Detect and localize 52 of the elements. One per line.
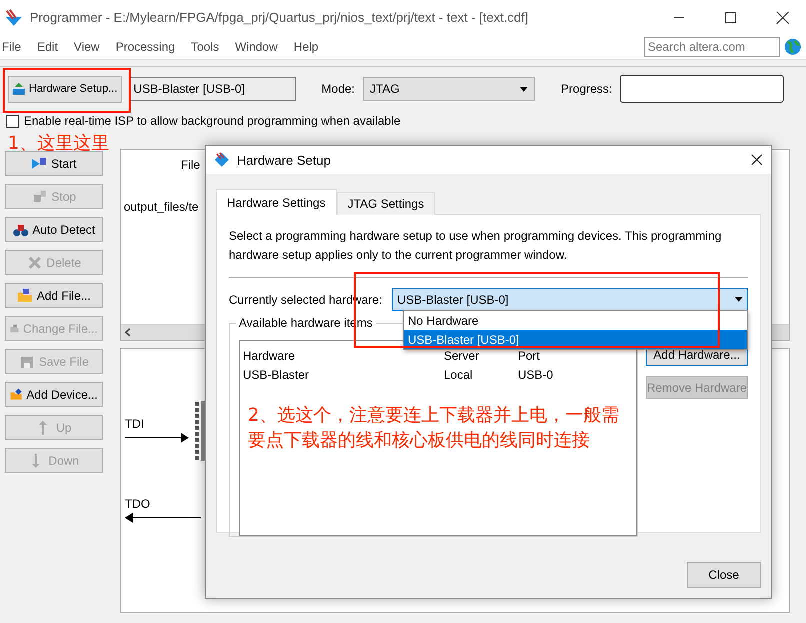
column-header: Hardware	[243, 349, 296, 363]
app-logo-icon	[214, 152, 230, 168]
table-cell[interactable]: USB-0	[518, 368, 590, 382]
column-header: File	[181, 158, 200, 172]
side-button[interactable]: Auto Detect	[5, 217, 103, 242]
table-cell[interactable]: USB-Blaster	[243, 368, 444, 382]
upload-icon	[12, 82, 26, 96]
caret-icon	[735, 297, 743, 302]
tdi-label: TDI	[125, 417, 144, 431]
tab[interactable]: Hardware Settings	[216, 189, 337, 215]
mode-label: Mode:	[322, 82, 356, 96]
isp-checkbox-label: Enable real-time ISP to allow background programming when available	[24, 114, 401, 128]
window-title: Programmer - E:/Mylearn/FPGA/fpga_prj/Quartus_prj/nios_text/prj/text - text - [text.cdf]	[30, 10, 530, 25]
table-cell[interactable]: Local	[444, 368, 518, 382]
side-button[interactable]: Start	[5, 151, 103, 176]
menu-item[interactable]: Help	[292, 40, 327, 54]
close-icon[interactable]	[751, 154, 763, 166]
stop-icon	[32, 188, 48, 204]
tdo-label: TDO	[125, 497, 150, 511]
side-button[interactable]: Add File...	[5, 283, 103, 308]
menu-item[interactable]: Window	[233, 40, 286, 54]
menu-item[interactable]: View	[72, 40, 108, 54]
progress-label: Progress:	[561, 82, 612, 96]
hardware-field[interactable]: USB-Blaster [USB-0]	[130, 77, 296, 101]
play-icon	[31, 156, 48, 172]
app-logo-icon	[4, 8, 24, 26]
description-text: Select a programming hardware setup to use when programming devices. This programming hardware setup applies only to the current programmer window.	[229, 227, 748, 278]
isp-checkbox[interactable]	[6, 114, 19, 128]
hardware-setup-button[interactable]: Hardware Setup...	[8, 76, 122, 102]
folder-icon	[16, 288, 33, 304]
dialog-title: Hardware Setup	[237, 152, 332, 168]
hardware-dropdown[interactable]: USB-Blaster [USB-0]	[392, 288, 748, 311]
globe-icon[interactable]	[784, 38, 802, 56]
column-header: Server	[444, 349, 480, 363]
mode-dropdown[interactable]: JTAG	[363, 77, 536, 101]
folder-icon	[10, 386, 23, 402]
menu-item[interactable]: Edit	[35, 40, 66, 54]
side-button[interactable]: Add Device...	[5, 382, 103, 407]
close-icon	[26, 254, 43, 270]
menu-item[interactable]: Processing	[114, 40, 184, 54]
menu-item[interactable]: File	[0, 40, 30, 54]
dropdown-option[interactable]: No Hardware	[404, 311, 747, 330]
tdi-arrow	[125, 433, 189, 443]
menu-item[interactable]: Tools	[189, 40, 228, 54]
dropdown-option[interactable]: USB-Blaster [USB-0]	[404, 330, 747, 349]
close-button[interactable]: Close	[687, 562, 761, 588]
tab[interactable]: JTAG Settings	[336, 192, 436, 215]
column-header: Port	[518, 349, 542, 363]
search-field[interactable]: Search altera.com	[644, 37, 780, 57]
file-name: output_files/te	[124, 200, 199, 214]
caret-icon	[520, 86, 528, 92]
annotation-text: 2、选这个，注意要连上下载器并上电，一般需要点下载器的线和核心板供电的线同时连接	[248, 404, 620, 453]
